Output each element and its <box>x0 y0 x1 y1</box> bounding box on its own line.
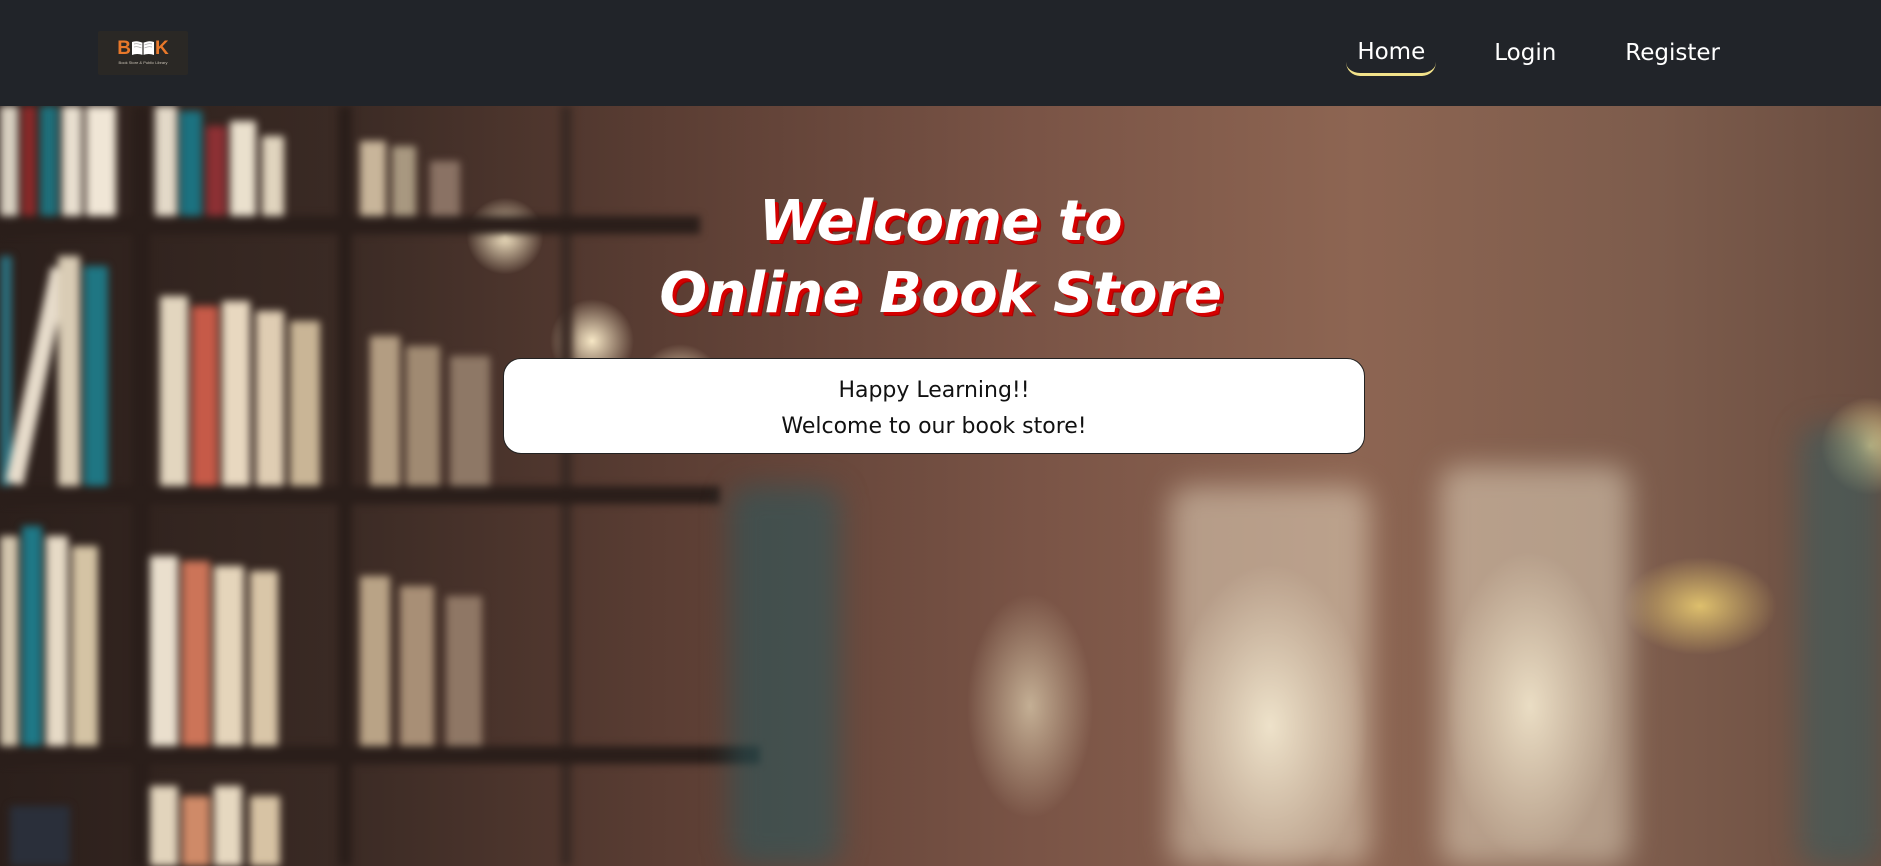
open-book-icon <box>132 41 154 55</box>
logo-tagline: Book Store & Public Library <box>118 60 168 65</box>
page: B K Book Store & Public Library Home Log… <box>0 0 1881 866</box>
welcome-message-box: Happy Learning!! Welcome to our book sto… <box>503 358 1365 454</box>
message-line-1: Happy Learning!! <box>838 378 1030 403</box>
background-light-column <box>1800 426 1881 866</box>
nav-login-link[interactable]: Login <box>1483 32 1567 74</box>
logo-wordmark: B K <box>98 39 188 58</box>
logo-letter-k: K <box>155 38 169 59</box>
nav-register-link[interactable]: Register <box>1614 32 1731 74</box>
background-light-window <box>1440 466 1630 866</box>
background-light-window <box>1170 486 1370 866</box>
hero-title-line-1: Welcome to <box>758 189 1123 254</box>
hero-banner: Welcome to Online Book Store Happy Learn… <box>0 106 1881 866</box>
nav-home-link[interactable]: Home <box>1346 31 1437 76</box>
navbar: B K Book Store & Public Library Home Log… <box>0 0 1881 106</box>
hero-title: Welcome to Online Book Store <box>0 186 1881 330</box>
logo-letter-b: B <box>117 38 131 59</box>
message-line-2: Welcome to our book store! <box>781 414 1087 439</box>
hero-title-line-2: Online Book Store <box>659 261 1222 326</box>
nav-links: Home Login Register <box>1299 0 1731 106</box>
logo[interactable]: B K Book Store & Public Library <box>98 31 188 75</box>
background-light-column <box>730 486 840 866</box>
